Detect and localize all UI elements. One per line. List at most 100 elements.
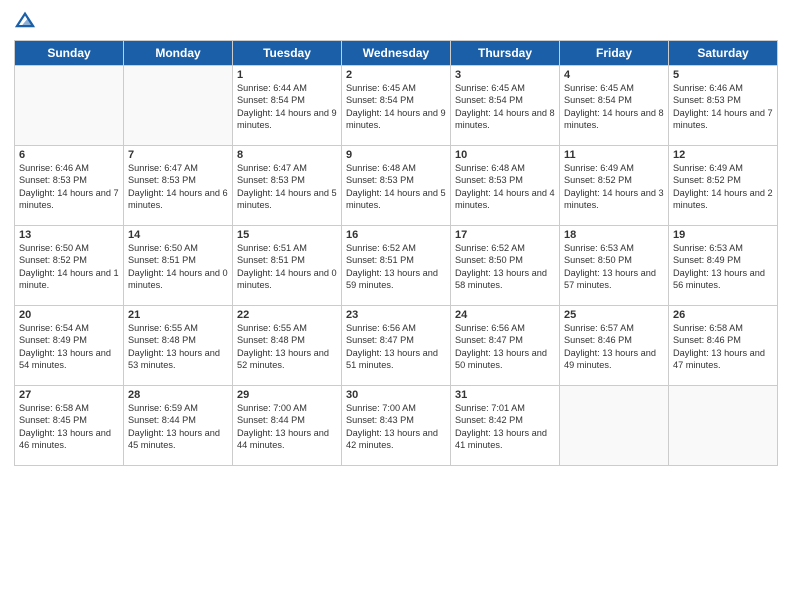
cell-text: Sunrise: 6:54 AMSunset: 8:49 PMDaylight:… <box>19 322 119 372</box>
cell-line: Daylight: 14 hours and 5 minutes. <box>237 187 337 212</box>
calendar-cell: 12Sunrise: 6:49 AMSunset: 8:52 PMDayligh… <box>669 146 778 226</box>
calendar-cell: 9Sunrise: 6:48 AMSunset: 8:53 PMDaylight… <box>342 146 451 226</box>
calendar-cell <box>669 386 778 466</box>
calendar-cell: 19Sunrise: 6:53 AMSunset: 8:49 PMDayligh… <box>669 226 778 306</box>
calendar-cell: 1Sunrise: 6:44 AMSunset: 8:54 PMDaylight… <box>233 66 342 146</box>
cell-line: Sunrise: 6:53 AM <box>564 242 664 254</box>
cell-text: Sunrise: 6:58 AMSunset: 8:46 PMDaylight:… <box>673 322 773 372</box>
cell-text: Sunrise: 6:45 AMSunset: 8:54 PMDaylight:… <box>346 82 446 132</box>
calendar-cell: 23Sunrise: 6:56 AMSunset: 8:47 PMDayligh… <box>342 306 451 386</box>
cell-line: Sunset: 8:53 PM <box>19 174 119 186</box>
cell-line: Sunset: 8:49 PM <box>673 254 773 266</box>
cell-line: Sunrise: 6:47 AM <box>128 162 228 174</box>
day-number: 10 <box>455 149 555 161</box>
cell-line: Sunrise: 6:51 AM <box>237 242 337 254</box>
calendar-cell: 24Sunrise: 6:56 AMSunset: 8:47 PMDayligh… <box>451 306 560 386</box>
cell-line: Sunrise: 6:52 AM <box>346 242 446 254</box>
cell-text: Sunrise: 6:49 AMSunset: 8:52 PMDaylight:… <box>673 162 773 212</box>
day-number: 29 <box>237 389 337 401</box>
day-number: 28 <box>128 389 228 401</box>
cell-line: Sunset: 8:54 PM <box>455 94 555 106</box>
day-number: 6 <box>19 149 119 161</box>
cell-line: Sunrise: 6:45 AM <box>455 82 555 94</box>
cell-text: Sunrise: 6:57 AMSunset: 8:46 PMDaylight:… <box>564 322 664 372</box>
day-number: 8 <box>237 149 337 161</box>
calendar-cell: 25Sunrise: 6:57 AMSunset: 8:46 PMDayligh… <box>560 306 669 386</box>
cell-line: Daylight: 14 hours and 1 minute. <box>19 267 119 292</box>
cell-text: Sunrise: 6:45 AMSunset: 8:54 PMDaylight:… <box>564 82 664 132</box>
calendar-cell: 14Sunrise: 6:50 AMSunset: 8:51 PMDayligh… <box>124 226 233 306</box>
cell-line: Sunrise: 6:59 AM <box>128 402 228 414</box>
cell-line: Sunset: 8:48 PM <box>128 334 228 346</box>
cell-line: Daylight: 14 hours and 8 minutes. <box>455 107 555 132</box>
cell-line: Sunset: 8:47 PM <box>346 334 446 346</box>
cell-line: Sunrise: 6:46 AM <box>673 82 773 94</box>
cell-line: Sunrise: 6:48 AM <box>455 162 555 174</box>
calendar-body: 1Sunrise: 6:44 AMSunset: 8:54 PMDaylight… <box>15 66 778 466</box>
day-number: 18 <box>564 229 664 241</box>
weekday-header: Saturday <box>669 41 778 66</box>
day-number: 21 <box>128 309 228 321</box>
weekday-row: SundayMondayTuesdayWednesdayThursdayFrid… <box>15 41 778 66</box>
cell-text: Sunrise: 6:45 AMSunset: 8:54 PMDaylight:… <box>455 82 555 132</box>
cell-line: Sunset: 8:49 PM <box>19 334 119 346</box>
cell-line: Daylight: 14 hours and 9 minutes. <box>237 107 337 132</box>
day-number: 30 <box>346 389 446 401</box>
cell-line: Sunset: 8:50 PM <box>455 254 555 266</box>
cell-line: Sunrise: 7:00 AM <box>237 402 337 414</box>
day-number: 23 <box>346 309 446 321</box>
calendar-cell: 18Sunrise: 6:53 AMSunset: 8:50 PMDayligh… <box>560 226 669 306</box>
day-number: 16 <box>346 229 446 241</box>
cell-line: Sunset: 8:52 PM <box>673 174 773 186</box>
cell-line: Sunrise: 6:58 AM <box>673 322 773 334</box>
cell-line: Daylight: 13 hours and 52 minutes. <box>237 347 337 372</box>
cell-line: Sunset: 8:44 PM <box>237 414 337 426</box>
cell-text: Sunrise: 6:48 AMSunset: 8:53 PMDaylight:… <box>455 162 555 212</box>
cell-line: Daylight: 14 hours and 6 minutes. <box>128 187 228 212</box>
day-number: 9 <box>346 149 446 161</box>
calendar-cell: 15Sunrise: 6:51 AMSunset: 8:51 PMDayligh… <box>233 226 342 306</box>
cell-line: Sunset: 8:54 PM <box>564 94 664 106</box>
cell-line: Sunset: 8:53 PM <box>128 174 228 186</box>
cell-line: Daylight: 14 hours and 5 minutes. <box>346 187 446 212</box>
cell-line: Daylight: 14 hours and 2 minutes. <box>673 187 773 212</box>
cell-text: Sunrise: 6:55 AMSunset: 8:48 PMDaylight:… <box>237 322 337 372</box>
cell-line: Sunset: 8:53 PM <box>237 174 337 186</box>
cell-text: Sunrise: 6:46 AMSunset: 8:53 PMDaylight:… <box>673 82 773 132</box>
day-number: 5 <box>673 69 773 81</box>
day-number: 17 <box>455 229 555 241</box>
cell-text: Sunrise: 6:55 AMSunset: 8:48 PMDaylight:… <box>128 322 228 372</box>
cell-line: Sunset: 8:44 PM <box>128 414 228 426</box>
cell-line: Sunrise: 6:48 AM <box>346 162 446 174</box>
cell-line: Sunrise: 6:45 AM <box>346 82 446 94</box>
calendar-cell: 26Sunrise: 6:58 AMSunset: 8:46 PMDayligh… <box>669 306 778 386</box>
day-number: 25 <box>564 309 664 321</box>
cell-line: Sunrise: 6:44 AM <box>237 82 337 94</box>
cell-line: Sunset: 8:51 PM <box>237 254 337 266</box>
calendar-cell: 20Sunrise: 6:54 AMSunset: 8:49 PMDayligh… <box>15 306 124 386</box>
calendar-cell: 4Sunrise: 6:45 AMSunset: 8:54 PMDaylight… <box>560 66 669 146</box>
day-number: 22 <box>237 309 337 321</box>
cell-line: Sunrise: 6:47 AM <box>237 162 337 174</box>
calendar-week-row: 20Sunrise: 6:54 AMSunset: 8:49 PMDayligh… <box>15 306 778 386</box>
calendar-cell <box>15 66 124 146</box>
cell-line: Daylight: 13 hours and 49 minutes. <box>564 347 664 372</box>
calendar-week-row: 13Sunrise: 6:50 AMSunset: 8:52 PMDayligh… <box>15 226 778 306</box>
day-number: 13 <box>19 229 119 241</box>
calendar-week-row: 1Sunrise: 6:44 AMSunset: 8:54 PMDaylight… <box>15 66 778 146</box>
calendar-cell: 17Sunrise: 6:52 AMSunset: 8:50 PMDayligh… <box>451 226 560 306</box>
cell-line: Sunset: 8:54 PM <box>237 94 337 106</box>
cell-line: Sunset: 8:43 PM <box>346 414 446 426</box>
logo <box>14 10 38 32</box>
cell-line: Sunset: 8:52 PM <box>19 254 119 266</box>
day-number: 20 <box>19 309 119 321</box>
calendar-cell: 5Sunrise: 6:46 AMSunset: 8:53 PMDaylight… <box>669 66 778 146</box>
weekday-header: Friday <box>560 41 669 66</box>
cell-line: Daylight: 13 hours and 47 minutes. <box>673 347 773 372</box>
cell-line: Sunrise: 6:55 AM <box>237 322 337 334</box>
cell-text: Sunrise: 6:51 AMSunset: 8:51 PMDaylight:… <box>237 242 337 292</box>
day-number: 14 <box>128 229 228 241</box>
cell-line: Sunset: 8:42 PM <box>455 414 555 426</box>
cell-text: Sunrise: 6:44 AMSunset: 8:54 PMDaylight:… <box>237 82 337 132</box>
calendar-week-row: 6Sunrise: 6:46 AMSunset: 8:53 PMDaylight… <box>15 146 778 226</box>
